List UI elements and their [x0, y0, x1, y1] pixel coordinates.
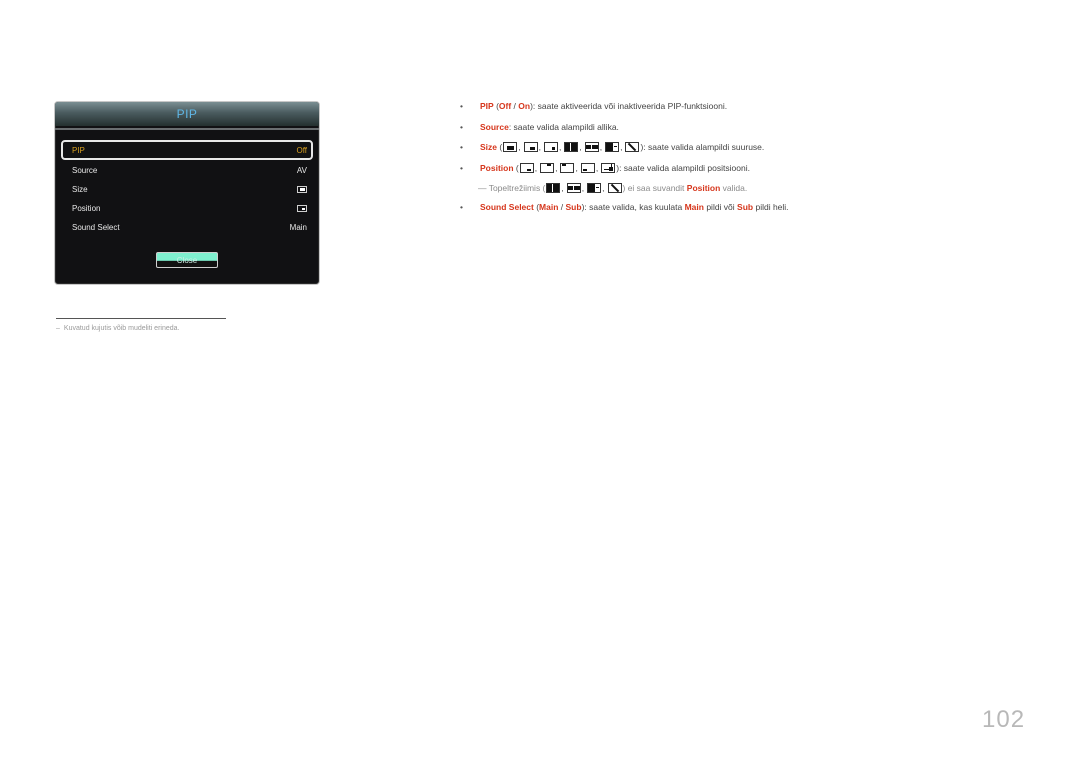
- menu-item-label: PIP: [72, 145, 85, 155]
- pbp-split-icon: [546, 183, 561, 193]
- menu-item-label: Sound Select: [72, 223, 120, 232]
- page-number: 102: [982, 706, 1026, 733]
- footnote: – Kuvatud kujutis võib mudeliti erineda.: [56, 325, 179, 332]
- menu-item-pip[interactable]: PIP Off: [61, 140, 313, 160]
- bullet-dot: •: [460, 101, 463, 111]
- pip-menu: PIP Off Source AV Size Position Sound Se…: [61, 140, 313, 237]
- pbp-split-small-icon: [566, 183, 581, 193]
- paren: (: [497, 142, 503, 152]
- note-text: valida.: [720, 183, 748, 193]
- pip-large-icon: [503, 142, 518, 152]
- bullet-text: : saate valida alampildi allika.: [508, 122, 619, 132]
- footnote-dash: –: [56, 325, 60, 332]
- pos-bottom-right-icon: [519, 163, 534, 173]
- bullet-text: ): saate aktiveerida või inaktiveerida P…: [530, 101, 728, 111]
- footnote-divider: [56, 318, 226, 319]
- bullet-dot: •: [460, 163, 463, 173]
- bullet-size: • Size ( , , , , , , ): saate valida ala…: [460, 142, 765, 152]
- keyword-sub: Sub: [737, 202, 754, 212]
- bullet-source: • Source : saate valida alampildi allika…: [460, 122, 619, 132]
- bullet-position: • Position ( , , , , ): saate valida ala…: [460, 163, 750, 173]
- menu-item-label: Size: [72, 185, 88, 194]
- pip-small-icon: [543, 142, 558, 152]
- bullet-text: pildi heli.: [753, 202, 789, 212]
- pip-dialog: PIP PIP Off Source AV Size Position Soun…: [54, 101, 320, 285]
- pbp-split-small-icon: [584, 142, 599, 152]
- bullet-pip: • PIP ( Off / On ): saate aktiveerida võ…: [460, 101, 727, 111]
- dialog-title: PIP: [55, 102, 319, 126]
- full-diagonal-icon: [625, 142, 640, 152]
- bullet-text: ): saate valida alampildi suuruse.: [640, 142, 765, 152]
- menu-item-label: Source: [72, 166, 98, 175]
- menu-item-source[interactable]: Source AV: [61, 161, 313, 180]
- slash: /: [511, 101, 519, 111]
- keyword-size: Size: [480, 142, 498, 152]
- bullet-text: ): saate valida, kas kuulata: [581, 202, 685, 212]
- note-text: Topeltrežiimis (: [486, 183, 546, 193]
- keyword-on: On: [518, 101, 531, 111]
- title-divider: [55, 128, 319, 130]
- paren: (: [513, 163, 519, 173]
- menu-item-label: Position: [72, 204, 101, 213]
- note-text: ) ei saa suvandit: [622, 183, 687, 193]
- position-note: ― Topeltrežiimis ( , , , ) ei saa suvand…: [478, 183, 748, 193]
- bullet-sound-select: • Sound Select ( Main / Sub ): saate val…: [460, 202, 789, 212]
- keyword-off: Off: [498, 101, 512, 111]
- menu-item-position[interactable]: Position: [61, 199, 313, 218]
- close-button[interactable]: Close: [156, 252, 218, 268]
- pbp-split-icon: [564, 142, 579, 152]
- pos-move-icon: [601, 163, 616, 173]
- pip-medium-icon: [523, 142, 538, 152]
- keyword-main: Main: [684, 202, 704, 212]
- keyword-sub: Sub: [565, 202, 582, 212]
- bullet-text: pildi või: [703, 202, 738, 212]
- pos-bottom-left-icon: [580, 163, 595, 173]
- keyword-position: Position: [686, 183, 721, 193]
- bullet-dot: •: [460, 142, 463, 152]
- position-bottom-right-icon: [297, 205, 307, 212]
- bullet-text: ): saate valida alampildi positsiooni.: [616, 163, 750, 173]
- pos-top-left-icon: [560, 163, 575, 173]
- keyword-main: Main: [539, 202, 559, 212]
- bullet-dot: •: [460, 122, 463, 132]
- keyword-position: Position: [480, 163, 514, 173]
- pos-top-right-icon: [540, 163, 555, 173]
- menu-item-value: Off: [296, 145, 307, 155]
- slash: /: [558, 202, 566, 212]
- bullet-dot: •: [460, 202, 463, 212]
- pbp-split-partial-icon: [587, 183, 602, 193]
- menu-item-sound-select[interactable]: Sound Select Main: [61, 218, 313, 237]
- size-small-icon: [297, 186, 307, 193]
- pbp-split-partial-icon: [605, 142, 620, 152]
- menu-item-size[interactable]: Size: [61, 180, 313, 199]
- footnote-text: Kuvatud kujutis võib mudeliti erineda.: [63, 325, 180, 332]
- menu-item-value: Main: [289, 223, 307, 232]
- keyword-pip: PIP: [480, 101, 494, 111]
- full-diagonal-icon: [607, 183, 622, 193]
- note-dash: ―: [478, 183, 487, 193]
- keyword-sound-select: Sound Select: [480, 202, 534, 212]
- menu-item-value: AV: [296, 166, 307, 175]
- keyword-source: Source: [480, 122, 509, 132]
